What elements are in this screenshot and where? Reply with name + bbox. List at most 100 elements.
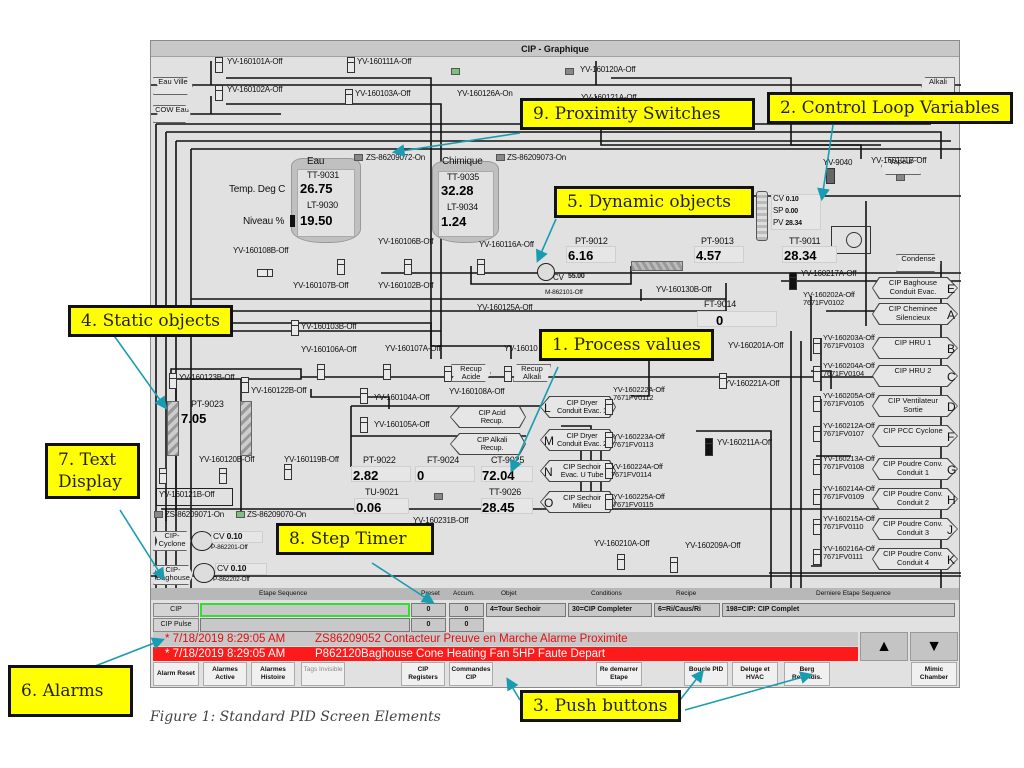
valve-destination[interactable]: [813, 366, 821, 382]
valve-yv-160105a[interactable]: [360, 417, 368, 433]
valve-label: YV-160216A-Off 7671FV0111: [823, 545, 875, 561]
valve-destination[interactable]: [605, 432, 613, 448]
valve-fv: 7671FV0114: [611, 470, 652, 479]
valve-label: YV-160205A-Off 7671FV0105: [823, 392, 875, 408]
valve-yv-160116a[interactable]: [477, 259, 485, 275]
cv-label: CV: [213, 531, 225, 541]
destination-label: CIP Poudre Conv. Conduit 2: [883, 489, 943, 507]
destination-label: CIP PCC Cyclone: [883, 426, 943, 435]
destination-label: CIP Acid Recup.: [478, 408, 506, 425]
valve-destination[interactable]: [813, 338, 821, 354]
sequence-row-label-cip[interactable]: CIP: [153, 603, 199, 617]
source-condense[interactable]: Condense: [896, 254, 941, 272]
pump-icon[interactable]: [191, 531, 213, 551]
tags-invisible-button[interactable]: Tags Invisible: [301, 662, 345, 686]
valve-yv-160106a[interactable]: [317, 364, 325, 380]
source-recup-acide[interactable]: Recup Acide: [451, 364, 491, 382]
valve-yv-160122b[interactable]: [241, 377, 249, 393]
destination-cip-h[interactable]: CIP Poudre Conv. Conduit 2: [873, 489, 957, 509]
valve-destination[interactable]: [813, 519, 821, 535]
valve-yv-160111a[interactable]: [347, 57, 355, 73]
valve-yv-160101a[interactable]: [215, 57, 223, 73]
destination-cip-c[interactable]: CIP HRU 2: [873, 366, 957, 386]
pv-value: 28.34: [785, 220, 802, 227]
valve-yv-160102a[interactable]: [215, 85, 223, 101]
valve-label: YV-160223A-Off 7671FV0113: [613, 433, 665, 449]
source-eau-ville[interactable]: Eau Ville: [153, 77, 193, 95]
valve-yv-160107b[interactable]: [337, 259, 345, 275]
berg-refroidis-button[interactable]: Berg Refroidis.: [784, 662, 830, 686]
valve-destination[interactable]: [813, 459, 821, 475]
valve-yv-160210a[interactable]: [617, 554, 625, 570]
destination-letter: E: [947, 282, 956, 296]
tag-label: CT-9025: [491, 455, 525, 465]
cip-registers-button[interactable]: CIP Registers: [401, 662, 445, 686]
source-cip-baghouse[interactable]: CIP-Baghouse: [153, 565, 193, 585]
proximity-switch-label: ZS-86209071-On: [165, 510, 225, 519]
valve-yv-160107a[interactable]: [383, 364, 391, 380]
valve-label: YV-160105A-Off: [374, 420, 430, 429]
sequence-row-label-cip-pulse[interactable]: CIP Pulse: [153, 618, 199, 632]
sequence-objet: 4=Tour Sechoir: [486, 603, 566, 617]
valve-yv-160217a[interactable]: [789, 272, 797, 290]
valve-destination[interactable]: [605, 494, 613, 510]
valve-destination[interactable]: [813, 426, 821, 442]
level-value: 1.24: [441, 214, 467, 229]
valve-yv-160102b[interactable]: [404, 259, 412, 275]
valve-yv-160108a[interactable]: [444, 366, 452, 382]
destination-cip-k[interactable]: CIP Poudre Conv. Conduit 4: [873, 549, 957, 569]
alarm-row[interactable]: * 7/18/2019 8:29:05 AM ZS86209052 Contac…: [153, 632, 858, 646]
source-cow-eau[interactable]: COW Eau: [153, 105, 191, 123]
process-value: 7.05: [181, 411, 207, 426]
valve-actuator-icon: [896, 174, 905, 181]
boucle-pid-button[interactable]: Boucle PID: [684, 662, 728, 686]
valve-destination[interactable]: [605, 399, 613, 415]
commandes-cip-button[interactable]: Commandes CIP: [449, 662, 493, 686]
destination-cip-a[interactable]: CIP Cheminee Silencieux: [873, 304, 957, 324]
valve-yv-160108b[interactable]: [257, 269, 273, 277]
alarm-scroll-down-button[interactable]: ▼: [910, 632, 958, 661]
valve-label: YV-16010: [504, 344, 538, 353]
pv-label-text: PV: [773, 218, 784, 227]
step-timer-preset[interactable]: 0: [411, 603, 446, 617]
tank-name: Chimique: [442, 156, 483, 167]
source-cip-cyclone[interactable]: CIP-Cyclone: [153, 531, 191, 551]
control-valve-icon[interactable]: [826, 168, 835, 184]
valve-yv-160103b[interactable]: [291, 320, 299, 336]
valve-yv-160211a[interactable]: [705, 438, 713, 456]
deluge-hvac-button[interactable]: Deluge et HVAC: [732, 662, 778, 686]
alarm-row-active[interactable]: * 7/18/2019 8:29:05 AM P862120Baghouse C…: [153, 647, 858, 661]
alarmes-histoire-button[interactable]: Alarmes Histoire: [251, 662, 295, 686]
valve-label: YV-160101B-Off: [871, 156, 927, 165]
valve-yv-160121b-a[interactable]: [159, 468, 167, 484]
valve-destination[interactable]: [813, 489, 821, 505]
destination-cip-d[interactable]: CIP Ventilateur Sortie: [873, 396, 957, 416]
destination-cip-j[interactable]: CIP Poudre Conv. Conduit 3: [873, 519, 957, 539]
destination-cip-f[interactable]: CIP PCC Cyclone: [873, 426, 957, 446]
valve-destination[interactable]: [813, 549, 821, 565]
valve-yv-160123b[interactable]: [169, 373, 177, 389]
destination-cip-b[interactable]: CIP HRU 1: [873, 338, 957, 358]
pump-label: M-862101-Off: [545, 289, 583, 296]
valve-recup-alkali[interactable]: [504, 366, 512, 382]
valve-yv-160120b[interactable]: [219, 468, 227, 484]
pump-icon[interactable]: [193, 563, 215, 583]
valve-yv-160209a[interactable]: [670, 557, 678, 573]
destination-cip-e[interactable]: CIP Baghouse Conduit Evac.: [873, 278, 957, 298]
valve-yv-160221a[interactable]: [719, 373, 727, 389]
alarmes-active-button[interactable]: Alarmes Active: [203, 662, 247, 686]
valve-destination[interactable]: [813, 396, 821, 412]
re-demarrer-etape-button[interactable]: Re demarrer Etape: [596, 662, 642, 686]
valve-yv-160103a[interactable]: [345, 89, 353, 105]
step-timer-preset-pulse[interactable]: 0: [411, 618, 446, 632]
source-recup-alkali[interactable]: Recup Alkali: [513, 364, 551, 382]
mimic-chamber-button[interactable]: Mimic Chamber: [911, 662, 957, 686]
alarm-reset-button[interactable]: Alarm Reset: [153, 662, 199, 686]
level-label: Niveau %: [243, 216, 285, 227]
valve-yv-160119b[interactable]: [284, 464, 292, 480]
condensate-box: [831, 226, 871, 254]
alarm-scroll-up-button[interactable]: ▲: [860, 632, 908, 661]
valve-yv-160104a[interactable]: [360, 388, 368, 404]
sequence-conditions: 30=CIP Completer: [568, 603, 652, 617]
destination-cip-g[interactable]: CIP Poudre Conv. Conduit 1: [873, 459, 957, 479]
